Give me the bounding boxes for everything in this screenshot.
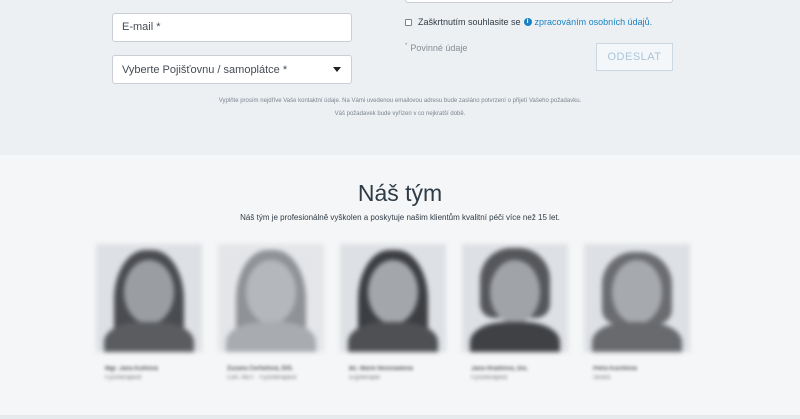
team-member-card[interactable]: Bc. Marie Novosádová Ergoterapie: [340, 244, 446, 383]
contact-form-section: E-mail * Vyberte Pojišťovnu / samoplátce…: [0, 0, 800, 155]
team-member-name: Zuzana Čerhelová, DiS.: [227, 366, 294, 372]
team-subtitle: Náš tým je profesionálně vyškolen a posk…: [240, 213, 560, 222]
team-member-card[interactable]: Mgr. Jana Kulhová Fyzioterapeut: [96, 244, 202, 383]
team-member-role: Fyzioterapeut: [105, 375, 142, 381]
insurer-select[interactable]: Vyberte Pojišťovnu / samoplátce *: [112, 55, 352, 84]
message-textarea[interactable]: [405, 0, 673, 3]
team-member-name: Mgr. Jana Kulhová: [105, 366, 159, 372]
team-member-name: Petra Kuchtová: [593, 366, 638, 372]
team-member-card[interactable]: Zuzana Čerhelová, DiS. Cert. MDT · Fyzio…: [218, 244, 324, 383]
submit-button[interactable]: ODESLAT: [596, 43, 673, 71]
team-member-photo: [218, 244, 324, 352]
footer-divider: [0, 415, 800, 419]
team-title: Náš tým: [357, 180, 443, 206]
team-member-card[interactable]: Petra Kuchtová Sestra: [584, 244, 690, 383]
team-member-card[interactable]: Jana Hradilová, Dis. Fyzioterapeut: [462, 244, 568, 383]
privacy-link[interactable]: zpracováním osobních údajů.: [535, 17, 653, 27]
team-member-photo: [340, 244, 446, 352]
team-member-role: Sestra: [593, 375, 611, 381]
required-text: Povinné údaje: [410, 43, 468, 53]
insurer-select-value: Vyberte Pojišťovnu / samoplátce *: [122, 64, 288, 76]
team-member-role: Fyzioterapeut: [471, 375, 508, 381]
team-member-name: Bc. Marie Novosádová: [349, 366, 414, 372]
consent-row: Zaškrtnutím souhlasite se i zpracováním …: [405, 17, 652, 27]
team-member-name: Jana Hradilová, Dis.: [471, 366, 529, 372]
required-mark: *: [405, 43, 408, 49]
info-circle-icon: i: [523, 18, 532, 26]
team-member-photo: [584, 244, 690, 352]
chevron-down-icon: [333, 67, 341, 72]
email-field[interactable]: E-mail *: [112, 13, 352, 42]
required-note: * Povinné údaje: [405, 43, 467, 53]
consent-checkbox[interactable]: [405, 18, 412, 26]
team-member-role: Cert. MDT · Fyzioterapeut: [227, 375, 297, 381]
form-note-line-2: Váš požadavek bude vyřízen v co nejkratš…: [334, 111, 466, 117]
team-member-role: Ergoterapie: [349, 375, 381, 381]
team-member-photo: [462, 244, 568, 352]
team-section: Náš tým Náš tým je profesionálně vyškole…: [0, 155, 800, 419]
team-member-photo: [96, 244, 202, 352]
email-placeholder: E-mail *: [122, 21, 161, 33]
consent-text: Zaškrtnutím souhlasite se: [418, 17, 521, 27]
form-note-line-1: Vyplňte prosím nejdříve Vaše kontaktní ú…: [218, 98, 582, 104]
